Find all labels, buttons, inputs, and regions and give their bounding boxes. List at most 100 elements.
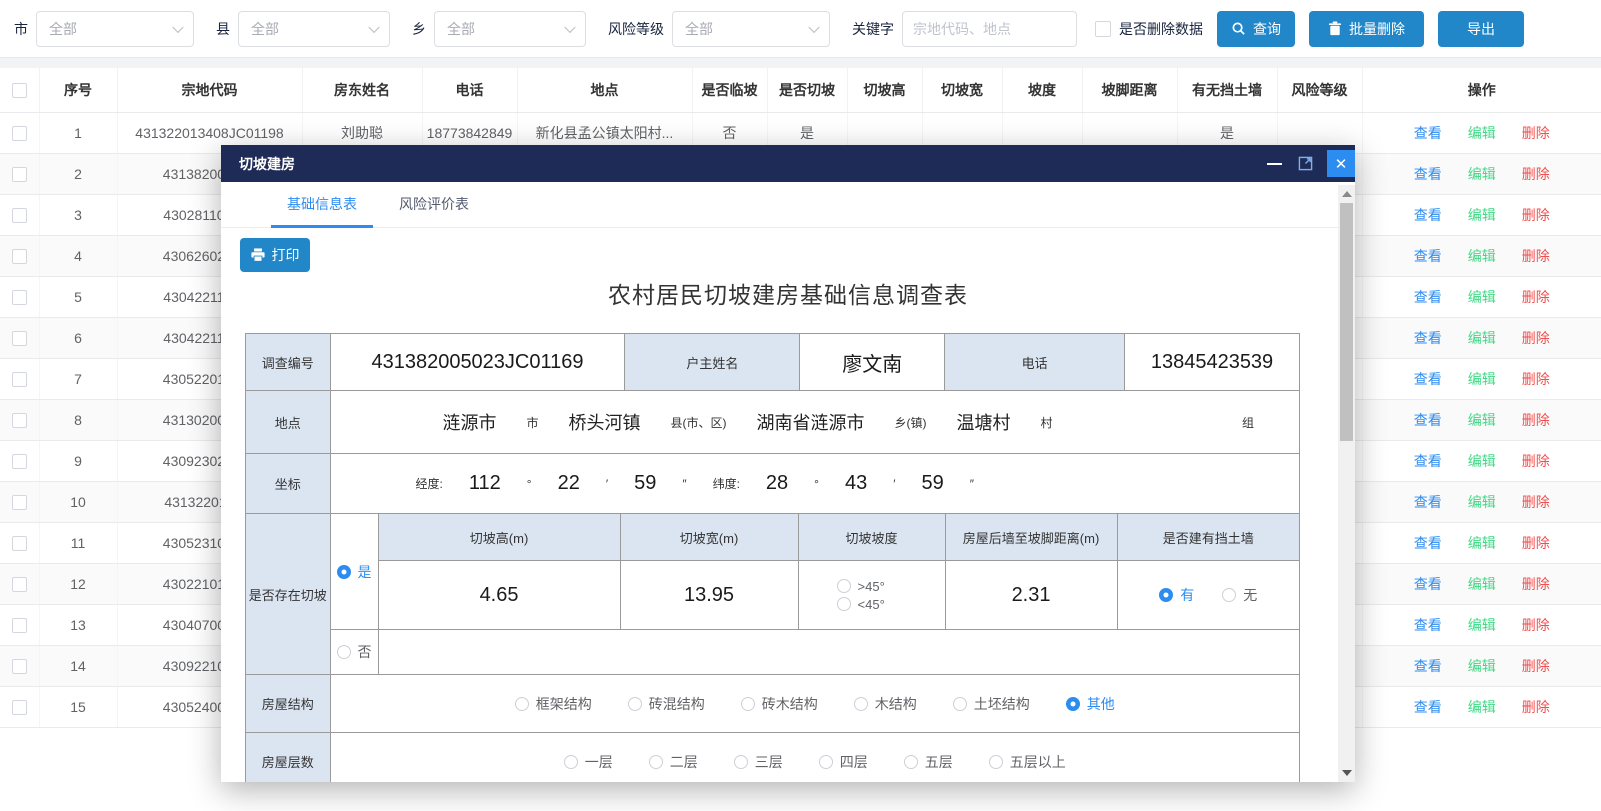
radio-option[interactable]: >45° [837, 579, 885, 594]
edit-link[interactable]: 编辑 [1468, 289, 1496, 305]
delete-link[interactable]: 删除 [1522, 125, 1550, 141]
township-select[interactable]: 全部 [434, 11, 586, 47]
view-link[interactable]: 查看 [1414, 453, 1442, 469]
delete-link[interactable]: 删除 [1522, 535, 1550, 551]
minimize-icon[interactable] [1267, 163, 1282, 165]
row-checkbox[interactable] [12, 413, 27, 428]
edit-link[interactable]: 编辑 [1468, 207, 1496, 223]
radio-option[interactable]: 砖木结构 [741, 694, 818, 714]
city-select[interactable]: 全部 [36, 11, 194, 47]
row-checkbox[interactable] [12, 618, 27, 633]
row-checkbox[interactable] [12, 208, 27, 223]
risk-level-select[interactable]: 全部 [672, 11, 830, 47]
export-button[interactable]: 导出 [1438, 11, 1524, 47]
maximize-icon[interactable] [1298, 156, 1313, 171]
edit-link[interactable]: 编辑 [1468, 166, 1496, 182]
scroll-down-arrow-icon[interactable] [1342, 770, 1352, 776]
modal-scrollbar[interactable] [1338, 185, 1355, 782]
radio-option[interactable]: 五层 [904, 752, 953, 772]
radio-option[interactable]: 无 [1222, 585, 1257, 605]
view-link[interactable]: 查看 [1414, 699, 1442, 715]
select-all-checkbox[interactable] [12, 83, 27, 98]
radio-option[interactable]: 是 [337, 562, 372, 582]
edit-link[interactable]: 编辑 [1468, 494, 1496, 510]
delete-link[interactable]: 删除 [1522, 658, 1550, 674]
row-checkbox[interactable] [12, 126, 27, 141]
scroll-up-arrow-icon[interactable] [1342, 191, 1352, 197]
view-link[interactable]: 查看 [1414, 535, 1442, 551]
view-link[interactable]: 查看 [1414, 371, 1442, 387]
batch-delete-button[interactable]: 批量删除 [1309, 11, 1424, 47]
row-checkbox[interactable] [12, 577, 27, 592]
edit-link[interactable]: 编辑 [1468, 617, 1496, 633]
row-checkbox[interactable] [12, 331, 27, 346]
tab-basic-info[interactable]: 基础信息表 [271, 194, 373, 227]
row-checkbox[interactable] [12, 495, 27, 510]
edit-link[interactable]: 编辑 [1468, 453, 1496, 469]
view-link[interactable]: 查看 [1414, 494, 1442, 510]
delete-link[interactable]: 删除 [1522, 412, 1550, 428]
delete-link[interactable]: 删除 [1522, 494, 1550, 510]
row-checkbox[interactable] [12, 167, 27, 182]
query-button[interactable]: 查询 [1217, 11, 1295, 47]
tab-risk-evaluation[interactable]: 风险评价表 [383, 194, 485, 227]
edit-link[interactable]: 编辑 [1468, 125, 1496, 141]
row-checkbox[interactable] [12, 536, 27, 551]
radio-option[interactable]: 有 [1159, 585, 1194, 605]
delete-link[interactable]: 删除 [1522, 699, 1550, 715]
row-checkbox[interactable] [12, 454, 27, 469]
radio-option[interactable]: 木结构 [854, 694, 917, 714]
radio-option[interactable]: 一层 [564, 752, 613, 772]
radio-option[interactable]: <45° [837, 597, 885, 612]
delete-link[interactable]: 删除 [1522, 330, 1550, 346]
keyword-input[interactable] [902, 11, 1077, 47]
row-checkbox[interactable] [12, 372, 27, 387]
delete-link[interactable]: 删除 [1522, 207, 1550, 223]
row-checkbox[interactable] [12, 700, 27, 715]
edit-link[interactable]: 编辑 [1468, 330, 1496, 346]
close-icon[interactable]: ✕ [1327, 150, 1355, 177]
radio-option[interactable]: 砖混结构 [628, 694, 705, 714]
delete-link[interactable]: 删除 [1522, 617, 1550, 633]
print-button[interactable]: 打印 [240, 238, 310, 272]
row-checkbox[interactable] [12, 290, 27, 305]
view-link[interactable]: 查看 [1414, 617, 1442, 633]
edit-link[interactable]: 编辑 [1468, 412, 1496, 428]
view-link[interactable]: 查看 [1414, 248, 1442, 264]
modal-titlebar[interactable]: 切坡建房 ✕ [221, 145, 1355, 182]
delete-link[interactable]: 删除 [1522, 576, 1550, 592]
row-checkbox[interactable] [12, 249, 27, 264]
radio-option[interactable]: 四层 [819, 752, 868, 772]
row-checkbox[interactable] [12, 659, 27, 674]
edit-link[interactable]: 编辑 [1468, 658, 1496, 674]
delete-link[interactable]: 删除 [1522, 453, 1550, 469]
radio-option[interactable]: 框架结构 [515, 694, 592, 714]
radio-option[interactable]: 三层 [734, 752, 783, 772]
edit-link[interactable]: 编辑 [1468, 576, 1496, 592]
view-link[interactable]: 查看 [1414, 330, 1442, 346]
delete-link[interactable]: 删除 [1522, 248, 1550, 264]
view-link[interactable]: 查看 [1414, 289, 1442, 305]
view-link[interactable]: 查看 [1414, 166, 1442, 182]
radio-option[interactable]: 其他 [1066, 694, 1115, 714]
view-link[interactable]: 查看 [1414, 125, 1442, 141]
radio-option[interactable]: 五层以上 [989, 752, 1066, 772]
county-select[interactable]: 全部 [238, 11, 390, 47]
scrollbar-thumb[interactable] [1340, 203, 1353, 441]
view-link[interactable]: 查看 [1414, 658, 1442, 674]
delete-link[interactable]: 删除 [1522, 371, 1550, 387]
table-header-row: 序号宗地代码房东姓名电话地点是否临坡是否切坡切坡高切坡宽坡度坡脚距离有无挡土墙风… [0, 68, 1601, 112]
deleted-data-checkbox[interactable] [1095, 21, 1111, 37]
view-link[interactable]: 查看 [1414, 412, 1442, 428]
radio-option[interactable]: 否 [337, 642, 372, 662]
radio-option[interactable]: 土坯结构 [953, 694, 1030, 714]
edit-link[interactable]: 编辑 [1468, 248, 1496, 264]
delete-link[interactable]: 删除 [1522, 166, 1550, 182]
radio-option[interactable]: 二层 [649, 752, 698, 772]
view-link[interactable]: 查看 [1414, 207, 1442, 223]
view-link[interactable]: 查看 [1414, 576, 1442, 592]
edit-link[interactable]: 编辑 [1468, 371, 1496, 387]
edit-link[interactable]: 编辑 [1468, 535, 1496, 551]
delete-link[interactable]: 删除 [1522, 289, 1550, 305]
edit-link[interactable]: 编辑 [1468, 699, 1496, 715]
